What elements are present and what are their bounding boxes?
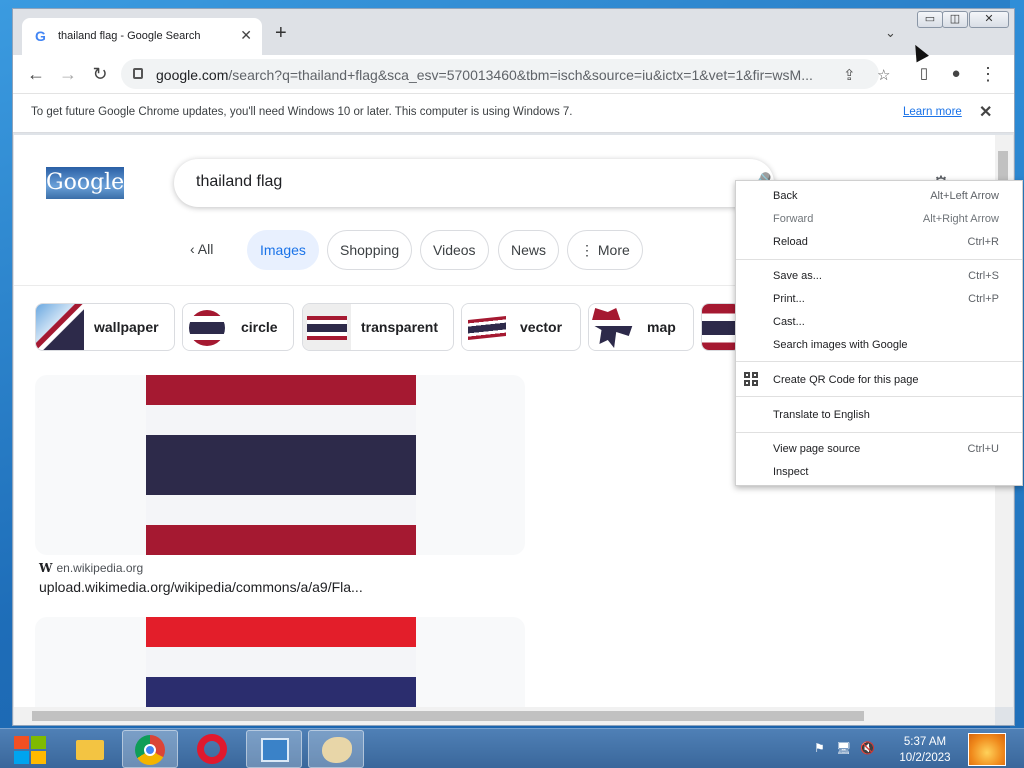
map-flag-thumbnail	[589, 304, 637, 350]
tab-shopping[interactable]: Shopping	[327, 230, 413, 270]
tab-title: thailand flag - Google Search	[58, 30, 201, 42]
menu-item-reload[interactable]: Reload Ctrl+R	[736, 231, 1022, 253]
windows-taskbar: ⚑ 🖥 🔇 5:37 AM 10/2/2023	[0, 728, 1024, 768]
menu-item-translate[interactable]: Translate to English	[736, 404, 1022, 426]
image-result-card[interactable]	[35, 617, 525, 707]
control-panel-icon	[261, 738, 289, 762]
opera-icon	[197, 734, 227, 764]
browser-toolbar: ← → ↻ google.com/search?q=thailand+flag&…	[13, 55, 1014, 93]
menu-item-view-source[interactable]: View page source Ctrl+U	[736, 438, 1022, 460]
close-tab-icon[interactable]: ✕	[240, 27, 252, 44]
back-arrow-icon[interactable]: ←	[23, 61, 49, 87]
chevron-left-icon: ‹	[190, 241, 198, 257]
menu-separator	[736, 432, 1022, 433]
clock-date: 10/2/2023	[899, 752, 951, 764]
thai-flag-image[interactable]	[146, 617, 416, 707]
refinement-chip-wallpaper[interactable]: wallpaper	[35, 303, 175, 351]
horizontal-scrollbar[interactable]	[14, 707, 995, 725]
windows-logo-icon	[14, 736, 46, 764]
clock-time: 5:37 AM	[903, 736, 947, 748]
forward-arrow-icon[interactable]: →	[55, 61, 81, 87]
circle-flag-thumbnail	[183, 304, 231, 350]
vector-flag-thumbnail	[462, 304, 510, 350]
menu-item-forward[interactable]: Forward Alt+Right Arrow	[736, 208, 1022, 230]
tab-search-chevron-icon[interactable]: ⌄	[885, 25, 896, 41]
folder-icon	[76, 740, 104, 760]
start-button[interactable]	[4, 730, 50, 768]
menu-separator	[736, 259, 1022, 260]
bookmark-star-icon[interactable]: ☆	[877, 66, 890, 84]
menu-separator	[736, 396, 1022, 397]
url-text[interactable]: google.com/search?q=thailand+flag&sca_es…	[156, 67, 836, 83]
taskbar-paint[interactable]	[308, 730, 364, 768]
search-input[interactable]: thailand flag	[174, 159, 774, 207]
taskbar-file-explorer[interactable]	[62, 730, 118, 768]
wikipedia-icon: W	[39, 561, 53, 575]
refinement-chip-map[interactable]: map	[588, 303, 694, 351]
tab-all[interactable]: ‹ All	[184, 230, 220, 270]
transparent-flag-thumbnail	[303, 304, 351, 350]
lock-icon[interactable]	[133, 68, 143, 79]
taskbar-opera[interactable]	[184, 730, 240, 768]
tab-videos[interactable]: Videos	[420, 230, 489, 270]
qr-code-icon	[744, 372, 758, 386]
volume-muted-icon[interactable]: 🔇	[860, 741, 875, 755]
menu-item-search-images[interactable]: Search images with Google	[736, 334, 1022, 356]
side-panel-icon[interactable]: ▯	[911, 61, 937, 87]
reload-icon[interactable]: ↻	[87, 61, 113, 87]
menu-item-print[interactable]: Print... Ctrl+P	[736, 288, 1022, 310]
network-icon[interactable]: 🖥	[836, 741, 851, 755]
taskbar-chrome[interactable]	[122, 730, 178, 768]
close-infobar-icon[interactable]: ✕	[979, 102, 992, 122]
system-clock[interactable]: 5:37 AM 10/2/2023	[885, 734, 965, 766]
result-source[interactable]: Wen.wikipedia.org	[39, 561, 143, 575]
context-menu: Back Alt+Left Arrow Forward Alt+Right Arro…	[735, 180, 1023, 486]
vertical-dots-icon: ⋮	[580, 242, 598, 258]
share-icon[interactable]: ⇪	[843, 66, 856, 84]
menu-item-back[interactable]: Back Alt+Left Arrow	[736, 185, 1022, 207]
title-bar: ▭ ◫ ✕ G thailand flag - Google Search ✕ …	[13, 9, 1014, 55]
wallpaper-thumbnail	[36, 304, 84, 350]
refinement-chip-vector[interactable]: vector	[461, 303, 581, 351]
learn-more-link[interactable]: Learn more	[903, 106, 962, 118]
show-desktop-flower-icon[interactable]	[968, 733, 1006, 766]
search-query[interactable]: thailand flag	[196, 173, 282, 191]
google-doodle-logo[interactable]: Google	[46, 167, 124, 199]
chrome-icon	[135, 735, 165, 765]
thai-flag-image[interactable]	[146, 375, 416, 555]
menu-item-create-qr[interactable]: Create QR Code for this page	[736, 369, 1022, 391]
menu-item-inspect[interactable]: Inspect	[736, 461, 1022, 483]
action-center-flag-icon[interactable]: ⚑	[814, 741, 825, 755]
tab-more[interactable]: ⋮ More	[567, 230, 643, 270]
restore-button[interactable]: ◫	[942, 11, 968, 28]
infobar-message: To get future Google Chrome updates, you…	[31, 106, 573, 118]
image-result-card[interactable]	[35, 375, 525, 555]
scroll-thumb[interactable]	[32, 711, 864, 721]
menu-separator	[736, 361, 1022, 362]
refinement-chip-circle[interactable]: circle	[182, 303, 294, 351]
address-bar[interactable]: google.com/search?q=thailand+flag&sca_es…	[121, 59, 890, 89]
close-window-button[interactable]: ✕	[969, 11, 1009, 28]
browser-tab[interactable]: G thailand flag - Google Search ✕	[22, 18, 262, 55]
paint-palette-icon	[322, 737, 352, 763]
new-tab-button[interactable]: +	[275, 23, 287, 43]
tab-images[interactable]: Images	[247, 230, 319, 270]
tab-news[interactable]: News	[498, 230, 560, 270]
result-link[interactable]: upload.wikimedia.org/wikipedia/commons/a…	[39, 579, 363, 595]
menu-item-cast[interactable]: Cast...	[736, 311, 1022, 333]
google-favicon-icon: G	[35, 28, 46, 44]
refinement-chip-transparent[interactable]: transparent	[302, 303, 454, 351]
update-infobar: To get future Google Chrome updates, you…	[13, 93, 1014, 133]
taskbar-control-panel[interactable]	[246, 730, 302, 768]
profile-avatar-icon[interactable]: ●	[943, 61, 969, 87]
chrome-menu-icon[interactable]: ⋮	[975, 61, 1001, 87]
menu-item-save-as[interactable]: Save as... Ctrl+S	[736, 265, 1022, 287]
minimize-button[interactable]: ▭	[917, 11, 943, 28]
